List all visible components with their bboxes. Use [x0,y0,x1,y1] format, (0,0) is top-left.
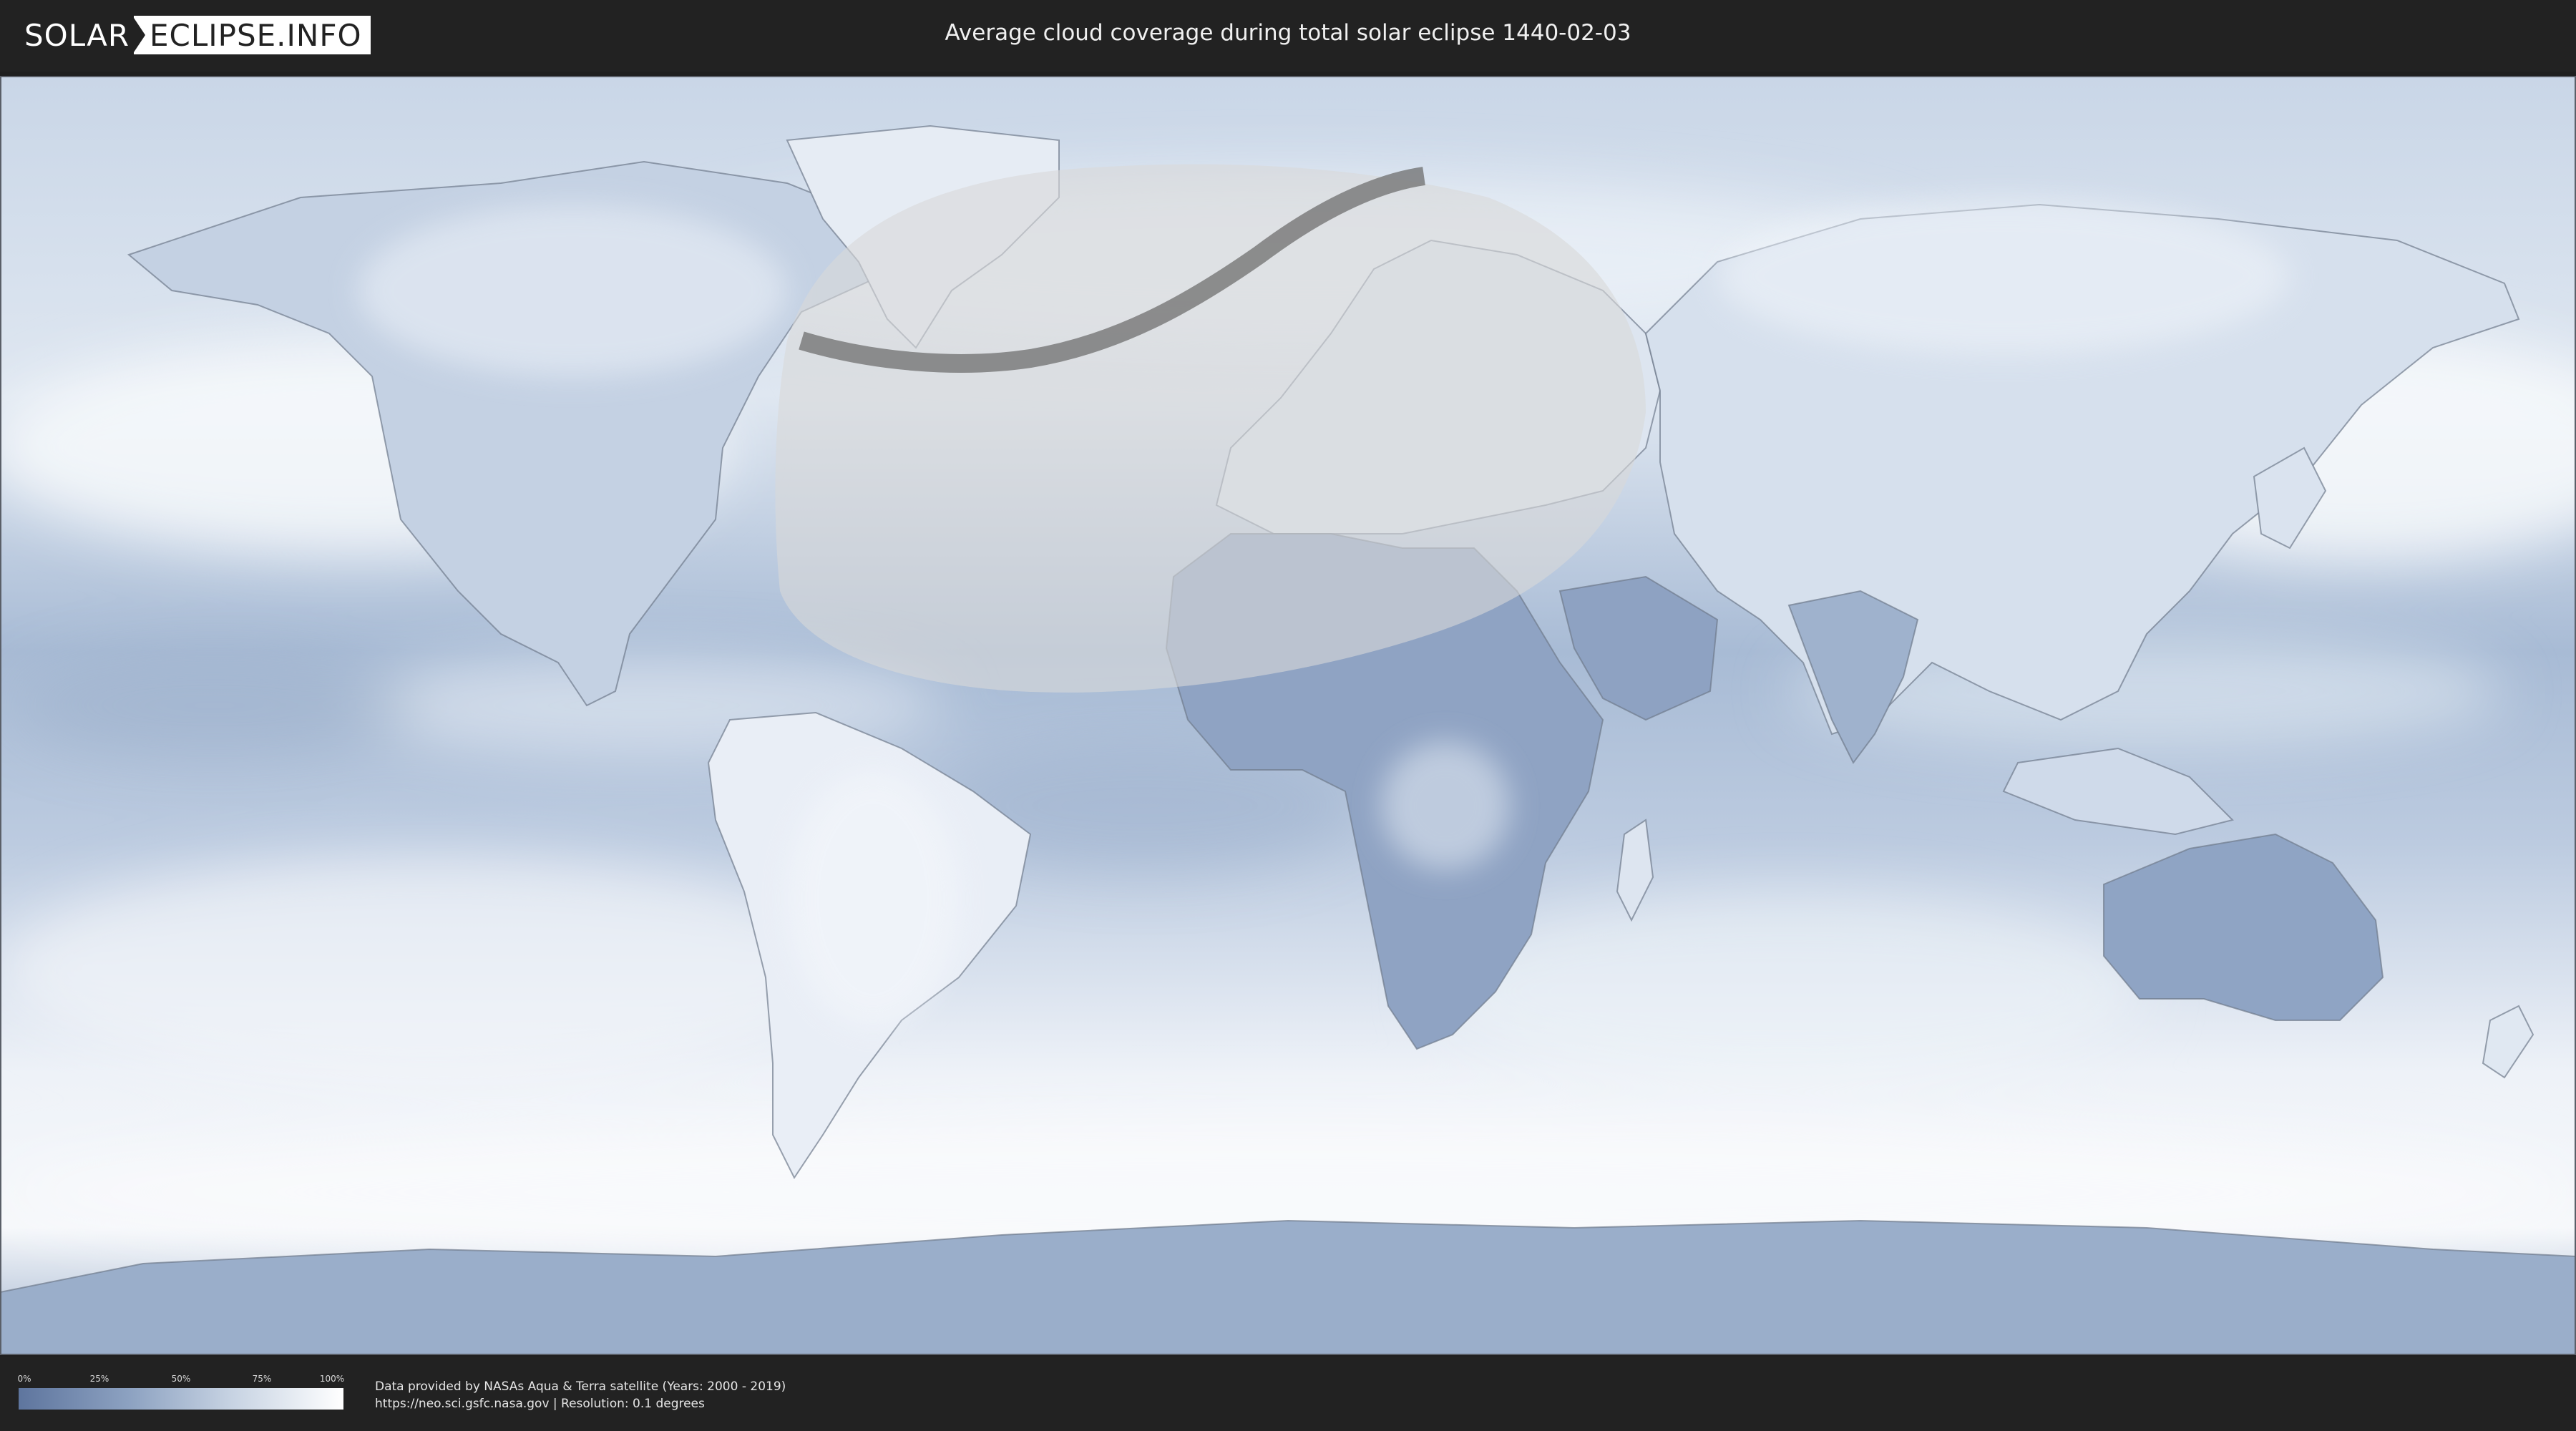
credit-line-source: Data provided by NASAs Aqua & Terra sate… [375,1379,786,1394]
legend-tick-25: 25% [89,1374,109,1384]
legend-tick-0: 0% [17,1374,31,1384]
world-map-svg [0,76,2576,1355]
page-title: Average cloud coverage during total sola… [945,20,1631,46]
data-credits: Data provided by NASAs Aqua & Terra sate… [375,1378,786,1412]
legend-tick-75: 75% [252,1374,272,1384]
legend-gradient-bar [19,1388,343,1410]
cloud-coverage-legend: 0% 25% 50% 75% 100% [17,1374,345,1410]
footer-bar: 0% 25% 50% 75% 100% Data provided by NAS… [0,1357,2576,1431]
header-bar: SOLAR ECLIPSE.INFO Average cloud coverag… [0,0,2576,72]
credit-line-url[interactable]: https://neo.sci.gsfc.nasa.gov | Resoluti… [375,1395,786,1412]
page: SOLAR ECLIPSE.INFO Average cloud coverag… [0,0,2576,1431]
cloud-coverage-map [0,76,2576,1355]
legend-tick-50: 50% [171,1374,191,1384]
legend-tick-100: 100% [319,1374,345,1384]
